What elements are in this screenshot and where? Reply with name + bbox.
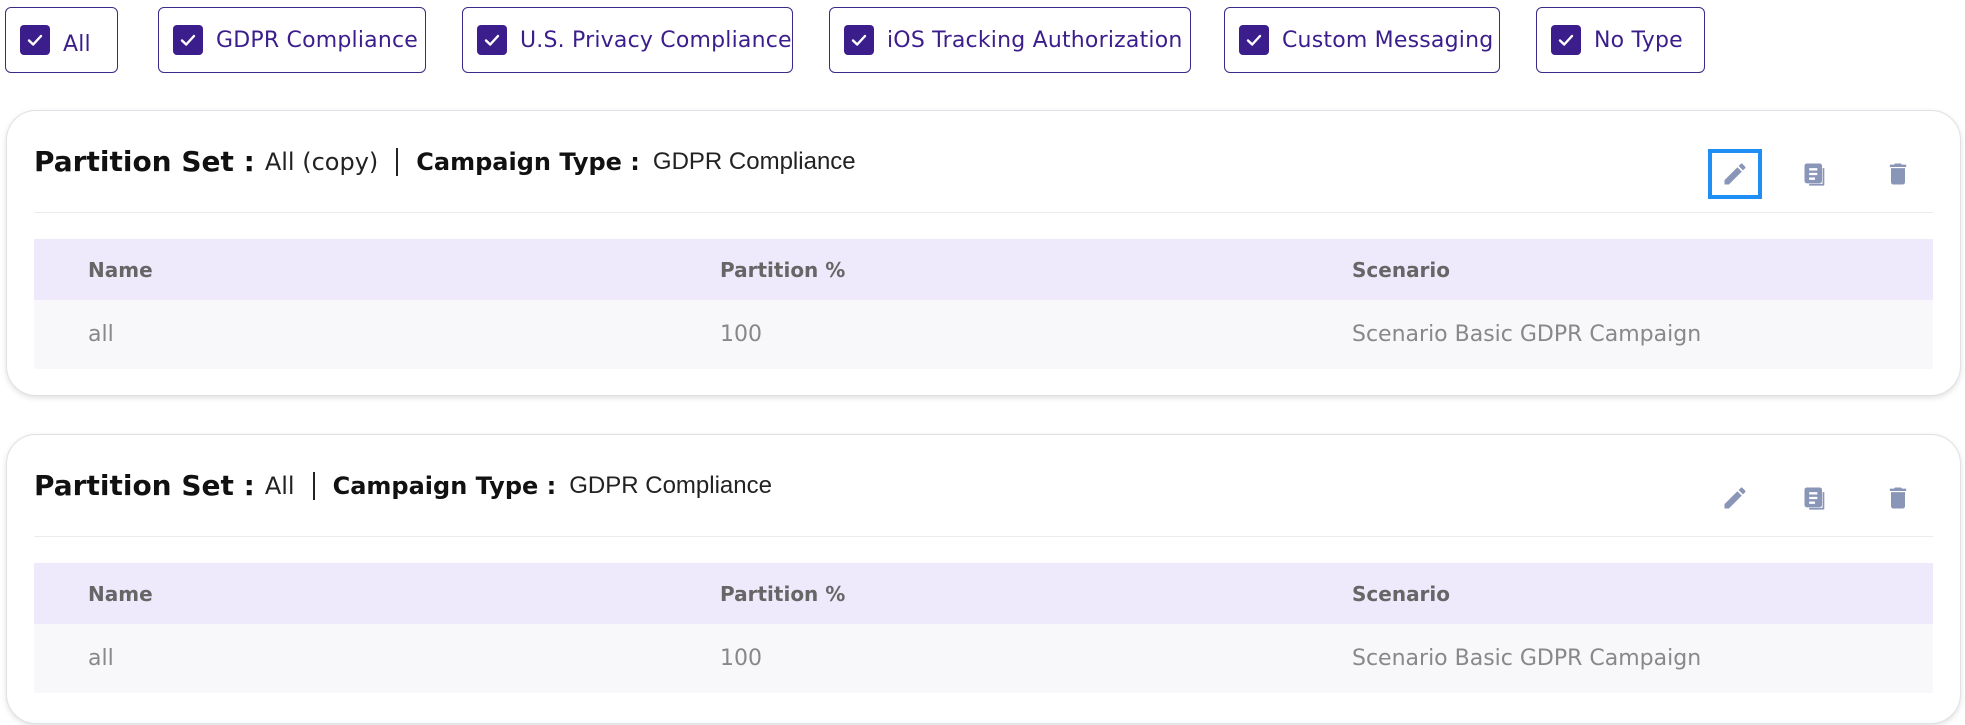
- checkbox-checked[interactable]: [844, 25, 874, 55]
- filter-label: GDPR Compliance: [216, 27, 419, 53]
- partition-set-value: All: [264, 471, 295, 500]
- copy-button[interactable]: [1788, 149, 1842, 199]
- delete-button[interactable]: [1871, 149, 1925, 199]
- filter-chip-us-privacy[interactable]: U.S. Privacy Compliance: [462, 7, 793, 73]
- cell-name: all: [88, 646, 114, 671]
- trash-icon: [1889, 487, 1907, 509]
- column-header-partition: Partition %: [720, 581, 846, 606]
- campaign-type-filters: All GDPR Compliance U.S. Privacy Complia…: [5, 7, 1955, 73]
- trash-icon: [1889, 163, 1907, 185]
- checkmark-icon: [180, 34, 196, 46]
- table-row: all 100 Scenario Basic GDPR Campaign: [34, 624, 1933, 693]
- checkmark-icon: [484, 34, 500, 46]
- checkbox-checked[interactable]: [1551, 25, 1581, 55]
- filter-chip-all[interactable]: All: [5, 7, 118, 73]
- column-header-scenario: Scenario: [1352, 257, 1451, 282]
- filter-label: U.S. Privacy Compliance: [520, 27, 792, 53]
- filter-label: iOS Tracking Authorization: [887, 27, 1183, 53]
- partition-set-value: All (copy): [264, 147, 379, 176]
- column-header-name: Name: [88, 257, 153, 282]
- filter-chip-gdpr[interactable]: GDPR Compliance: [158, 7, 426, 73]
- copy-button[interactable]: [1788, 473, 1842, 523]
- document-copy-icon: [1804, 163, 1825, 186]
- partition-set-card: Partition Set : All Campaign Type : GDPR…: [6, 434, 1961, 724]
- pencil-icon: [1724, 487, 1746, 509]
- table-header-row: Name Partition % Scenario: [34, 239, 1933, 300]
- cell-name: all: [88, 322, 114, 347]
- partition-table: Name Partition % Scenario all 100 Scenar…: [34, 563, 1933, 693]
- checkbox-checked[interactable]: [1239, 25, 1269, 55]
- header-divider: [396, 147, 399, 176]
- checkbox-checked[interactable]: [477, 25, 507, 55]
- document-copy-icon: [1804, 487, 1825, 510]
- checkmark-icon: [1246, 34, 1262, 46]
- column-header-partition: Partition %: [720, 257, 846, 282]
- cell-scenario: Scenario Basic GDPR Campaign: [1352, 322, 1702, 347]
- edit-button[interactable]: [1708, 473, 1762, 523]
- table-header-row: Name Partition % Scenario: [34, 563, 1933, 624]
- pencil-icon: [1724, 163, 1746, 185]
- checkmark-icon: [851, 34, 867, 46]
- partition-set-label: Partition Set :: [34, 145, 255, 178]
- cell-partition: 100: [720, 322, 762, 347]
- card-header: Partition Set : All (copy) Campaign Type…: [34, 111, 1933, 213]
- filter-label: Custom Messaging: [1282, 27, 1494, 53]
- filter-chip-ios-tracking[interactable]: iOS Tracking Authorization: [829, 7, 1191, 73]
- partition-set-label: Partition Set :: [34, 469, 255, 502]
- checkmark-icon: [27, 34, 43, 46]
- partition-set-card: Partition Set : All (copy) Campaign Type…: [6, 110, 1961, 396]
- checkbox-checked[interactable]: [173, 25, 203, 55]
- card-actions: [1708, 149, 1928, 199]
- campaign-type-label: Campaign Type :: [416, 147, 640, 176]
- column-header-name: Name: [88, 581, 153, 606]
- header-divider: [312, 471, 315, 500]
- card-header: Partition Set : All Campaign Type : GDPR…: [34, 435, 1933, 537]
- campaign-type-label: Campaign Type :: [332, 471, 557, 500]
- table-row: all 100 Scenario Basic GDPR Campaign: [34, 300, 1933, 369]
- edit-button[interactable]: [1708, 149, 1762, 199]
- partition-table: Name Partition % Scenario all 100 Scenar…: [34, 239, 1933, 369]
- checkmark-icon: [1558, 34, 1574, 46]
- card-actions: [1708, 473, 1928, 523]
- cell-partition: 100: [720, 646, 762, 671]
- campaign-type-value: GDPR Compliance: [569, 471, 772, 499]
- filter-label: All: [63, 31, 91, 57]
- filter-chip-no-type[interactable]: No Type: [1536, 7, 1705, 73]
- column-header-scenario: Scenario: [1352, 581, 1451, 606]
- cell-scenario: Scenario Basic GDPR Campaign: [1352, 646, 1702, 671]
- filter-label: No Type: [1594, 27, 1683, 53]
- campaign-type-value: GDPR Compliance: [652, 147, 856, 175]
- checkbox-checked[interactable]: [20, 25, 50, 55]
- filter-chip-custom-messaging[interactable]: Custom Messaging: [1224, 7, 1500, 73]
- delete-button[interactable]: [1871, 473, 1925, 523]
